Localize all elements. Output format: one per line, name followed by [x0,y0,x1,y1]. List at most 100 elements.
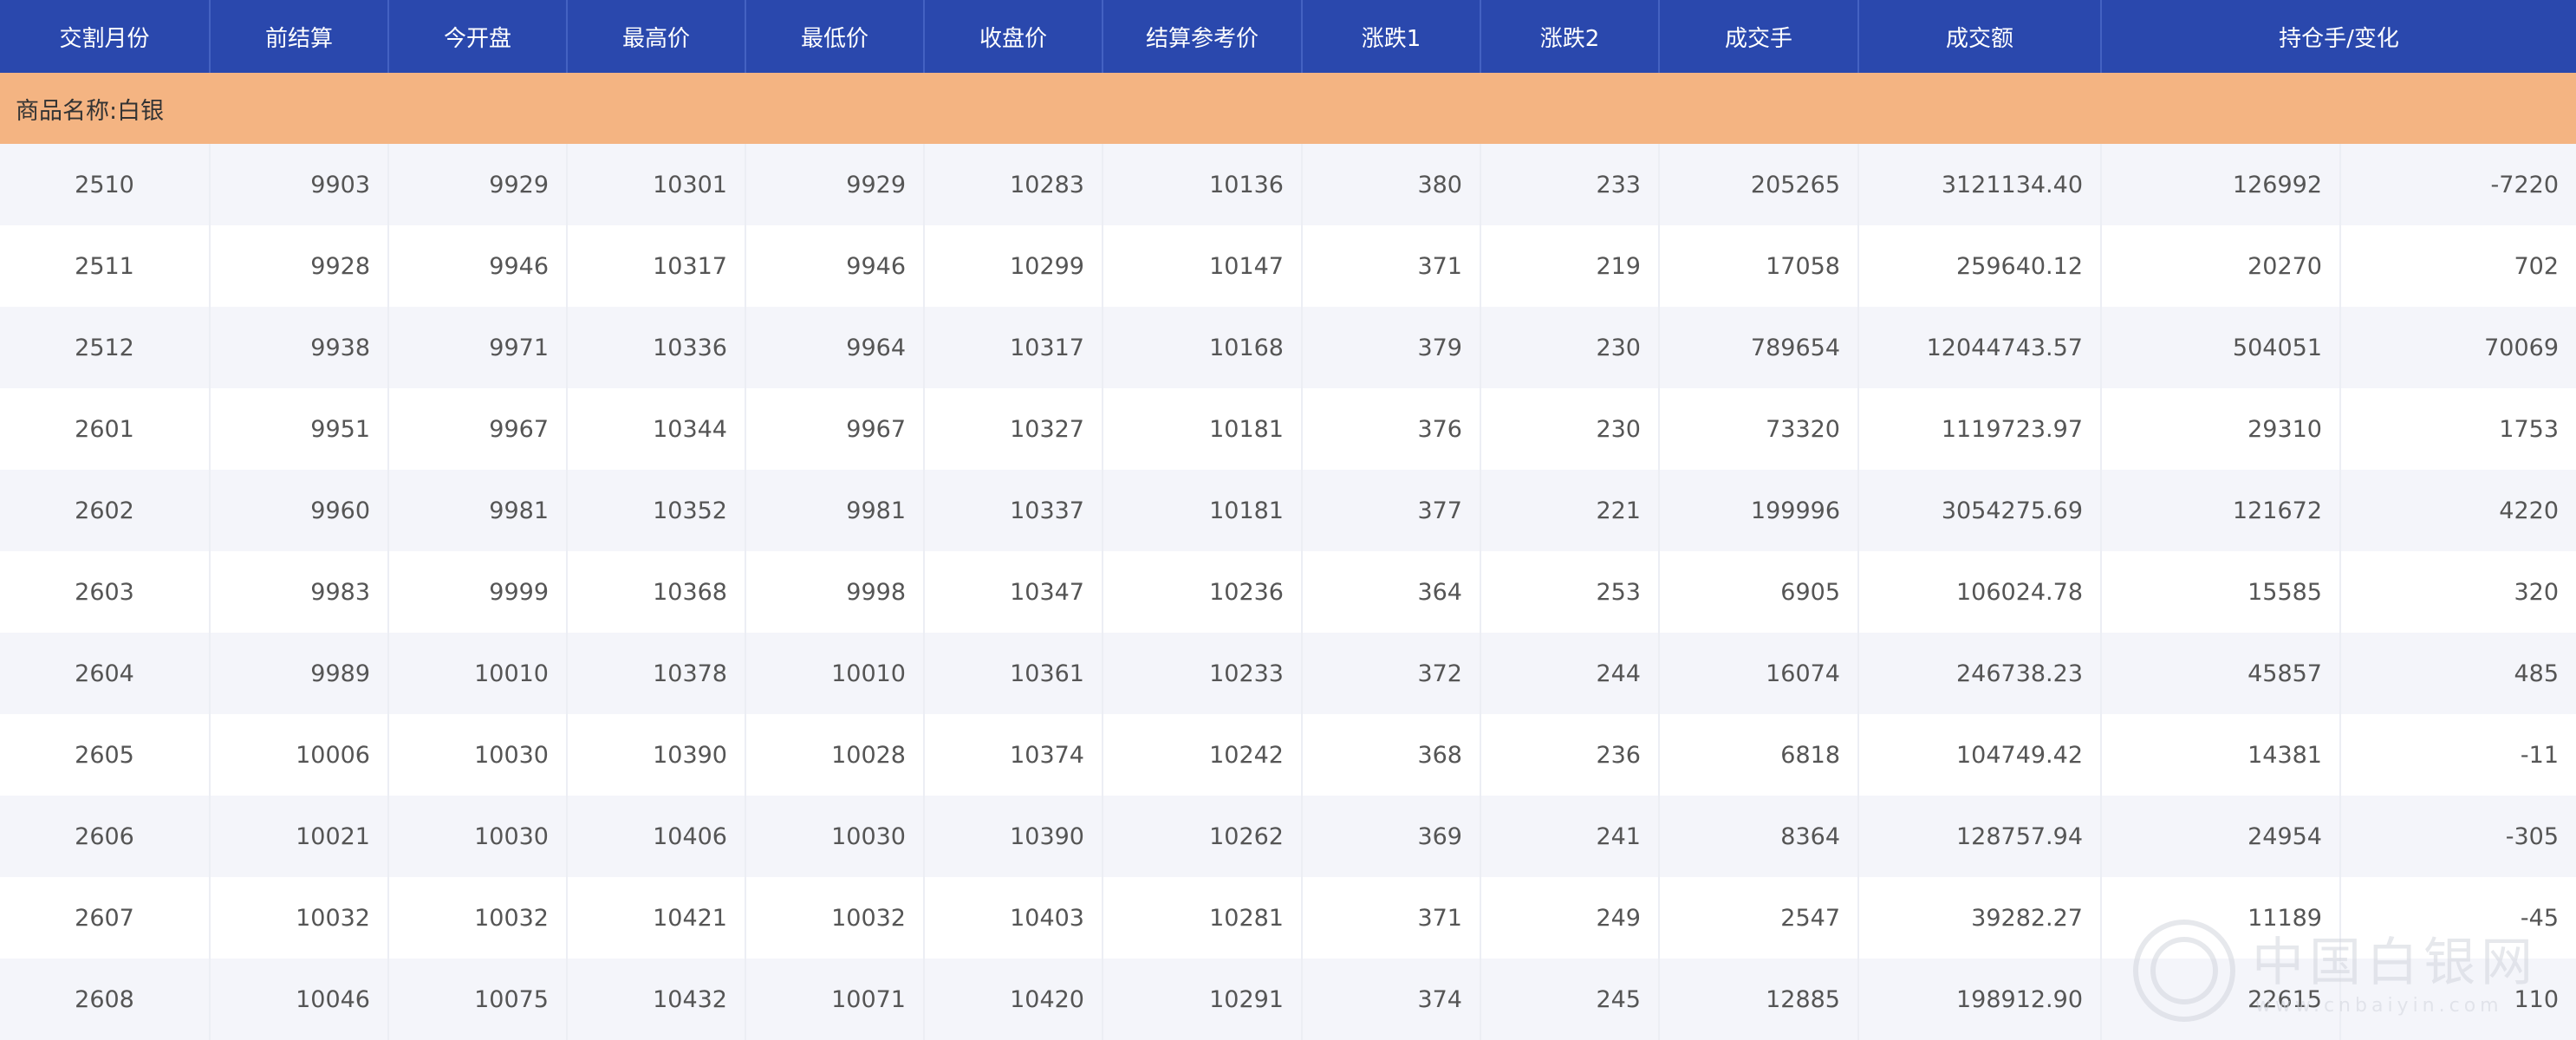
cell-settle-ref: 10233 [1103,633,1303,714]
cell-high: 10344 [567,388,746,470]
col-header-close[interactable]: 收盘价 [924,0,1103,73]
cell-turnover: 104749.42 [1858,714,2102,796]
cell-settle-ref: 10168 [1103,307,1303,388]
cell-change2: 245 [1480,959,1660,1040]
cell-low: 10071 [745,959,925,1040]
cell-oi-change: 485 [2340,633,2576,714]
cell-close: 10374 [924,714,1103,796]
cell-open: 9929 [388,144,568,225]
col-header-volume[interactable]: 成交手 [1659,0,1859,73]
cell-open: 9981 [388,470,568,551]
cell-oi-change: 70069 [2340,307,2576,388]
cell-low: 10030 [745,796,925,877]
cell-turnover: 198912.90 [1858,959,2102,1040]
cell-delivery-month: 2608 [0,959,211,1040]
col-header-low[interactable]: 最低价 [745,0,925,73]
cell-open-interest: 24954 [2101,796,2341,877]
cell-turnover: 12044743.57 [1858,307,2102,388]
cell-change2: 221 [1480,470,1660,551]
table-row[interactable]: 2605 10006 10030 10390 10028 10374 10242 368 236… [0,714,2576,796]
col-header-change1[interactable]: 涨跌1 [1302,0,1481,73]
table-row[interactable]: 2603 9983 9999 10368 9998 10347 10236 364 253 690… [0,551,2576,633]
cell-settle-ref: 10181 [1103,388,1303,470]
cell-volume: 2547 [1659,877,1859,959]
cell-change2: 219 [1480,225,1660,307]
cell-prev-settle: 10006 [210,714,389,796]
col-header-open[interactable]: 今开盘 [388,0,568,73]
cell-prev-settle: 10021 [210,796,389,877]
table-row[interactable]: 2511 9928 9946 10317 9946 10299 10147 371 219 170… [0,225,2576,307]
cell-high: 10390 [567,714,746,796]
cell-settle-ref: 10291 [1103,959,1303,1040]
cell-open: 10075 [388,959,568,1040]
cell-delivery-month: 2602 [0,470,211,551]
cell-open: 9999 [388,551,568,633]
cell-oi-change: -7220 [2340,144,2576,225]
cell-open-interest: 20270 [2101,225,2341,307]
cell-high: 10352 [567,470,746,551]
col-header-settle-ref[interactable]: 结算参考价 [1103,0,1303,73]
cell-prev-settle: 9989 [210,633,389,714]
cell-volume: 789654 [1659,307,1859,388]
group-row: 商品名称:白银 [0,73,2576,144]
cell-prev-settle: 9960 [210,470,389,551]
cell-open-interest: 504051 [2101,307,2341,388]
col-header-change2[interactable]: 涨跌2 [1480,0,1660,73]
cell-turnover: 3054275.69 [1858,470,2102,551]
table-row[interactable]: 2608 10046 10075 10432 10071 10420 10291 374 245… [0,959,2576,1040]
cell-high: 10317 [567,225,746,307]
cell-close: 10403 [924,877,1103,959]
table-row[interactable]: 2601 9951 9967 10344 9967 10327 10181 376 230 733… [0,388,2576,470]
table-row[interactable]: 2606 10021 10030 10406 10030 10390 10262 369 241… [0,796,2576,877]
cell-change1: 368 [1302,714,1481,796]
cell-delivery-month: 2606 [0,796,211,877]
cell-high: 10421 [567,877,746,959]
cell-open-interest: 45857 [2101,633,2341,714]
cell-oi-change: 110 [2340,959,2576,1040]
cell-oi-change: 4220 [2340,470,2576,551]
cell-open: 9967 [388,388,568,470]
cell-high: 10368 [567,551,746,633]
cell-volume: 6905 [1659,551,1859,633]
cell-change2: 230 [1480,388,1660,470]
cell-open: 9971 [388,307,568,388]
col-header-prev-settle[interactable]: 前结算 [210,0,389,73]
cell-open-interest: 22615 [2101,959,2341,1040]
table-header-row: 交割月份 前结算 今开盘 最高价 最低价 收盘价 结算参考价 涨跌1 涨跌2 成… [0,0,2576,73]
cell-turnover: 246738.23 [1858,633,2102,714]
cell-open: 10032 [388,877,568,959]
col-header-delivery-month[interactable]: 交割月份 [0,0,211,73]
cell-delivery-month: 2510 [0,144,211,225]
col-header-high[interactable]: 最高价 [567,0,746,73]
cell-delivery-month: 2604 [0,633,211,714]
cell-low: 9929 [745,144,925,225]
col-header-turnover[interactable]: 成交额 [1858,0,2102,73]
cell-delivery-month: 2511 [0,225,211,307]
col-header-open-interest[interactable]: 持仓手/变化 [2101,0,2576,73]
cell-high: 10406 [567,796,746,877]
cell-prev-settle: 9983 [210,551,389,633]
cell-close: 10390 [924,796,1103,877]
table-row[interactable]: 2604 9989 10010 10378 10010 10361 10233 372 244 1… [0,633,2576,714]
cell-close: 10347 [924,551,1103,633]
cell-change1: 371 [1302,877,1481,959]
cell-low: 9967 [745,388,925,470]
cell-settle-ref: 10136 [1103,144,1303,225]
cell-delivery-month: 2512 [0,307,211,388]
cell-change1: 379 [1302,307,1481,388]
cell-change2: 249 [1480,877,1660,959]
cell-oi-change: 320 [2340,551,2576,633]
cell-settle-ref: 10236 [1103,551,1303,633]
table-row[interactable]: 2510 9903 9929 10301 9929 10283 10136 380 233 205… [0,144,2576,225]
table-row[interactable]: 2607 10032 10032 10421 10032 10403 10281 371 249… [0,877,2576,959]
cell-change2: 236 [1480,714,1660,796]
cell-turnover: 128757.94 [1858,796,2102,877]
table-row[interactable]: 2512 9938 9971 10336 9964 10317 10168 379 230 789… [0,307,2576,388]
cell-close: 10327 [924,388,1103,470]
cell-open-interest: 14381 [2101,714,2341,796]
cell-change2: 230 [1480,307,1660,388]
cell-volume: 16074 [1659,633,1859,714]
cell-change1: 372 [1302,633,1481,714]
cell-low: 9946 [745,225,925,307]
table-row[interactable]: 2602 9960 9981 10352 9981 10337 10181 377 221 199… [0,470,2576,551]
